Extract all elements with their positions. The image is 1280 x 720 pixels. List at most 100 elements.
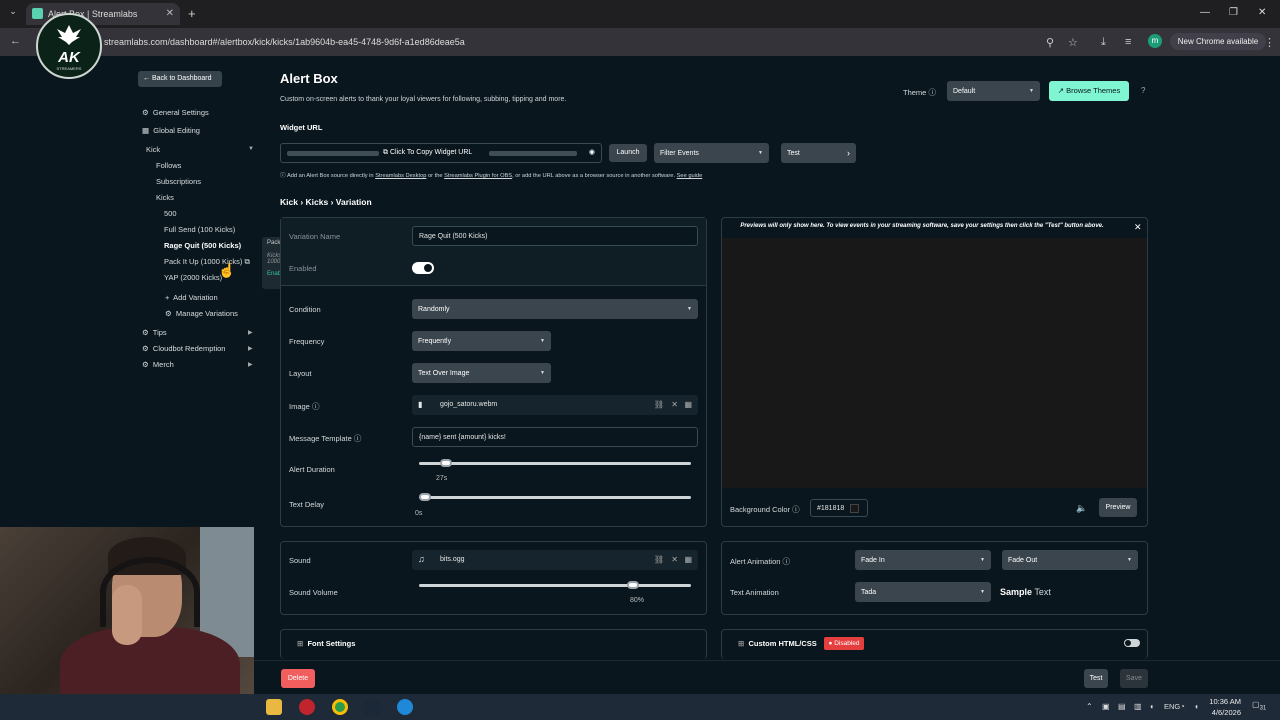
tray-icon[interactable]: ▤ <box>1118 702 1126 711</box>
message-template-input[interactable]: {name} sent {amount} kicks! <box>412 427 698 447</box>
mic-icon[interactable]: ◐ <box>1150 702 1155 711</box>
back-icon[interactable]: ← <box>10 35 21 47</box>
chrome-icon[interactable] <box>332 699 348 715</box>
link-icon[interactable]: ⛓ <box>654 555 664 564</box>
copy-icon[interactable]: ⧉ <box>244 257 249 266</box>
breadcrumb-item[interactable]: Kick <box>280 197 298 207</box>
chevron-up-icon[interactable]: ⌃ <box>1086 702 1093 711</box>
breadcrumb-item[interactable]: Kicks <box>306 197 329 207</box>
download-icon[interactable]: ⤓ <box>1101 36 1106 49</box>
link-icon[interactable]: ⛓ <box>654 400 664 409</box>
streamlabs-desktop-link[interactable]: Streamlabs Desktop <box>375 173 426 179</box>
text-delay-slider-handle[interactable] <box>419 493 431 501</box>
back-to-dashboard-button[interactable]: ← Back to Dashboard <box>138 71 222 87</box>
chevron-right-icon[interactable]: ▶ <box>248 361 253 368</box>
new-tab-icon[interactable]: + <box>188 6 196 21</box>
language-indicator[interactable]: ENG <box>1164 702 1180 711</box>
tray-icon[interactable]: ▥ <box>1134 702 1142 711</box>
url-field[interactable]: streamlabs.com/dashboard#/alertbox/kick/… <box>104 37 465 47</box>
variation-item[interactable]: YAP (2000 Kicks) <box>164 273 222 282</box>
variation-item-selected[interactable]: Rage Quit (500 Kicks) <box>164 241 241 250</box>
chevron-right-icon[interactable]: ▶ <box>248 345 253 352</box>
sidebar-item-follows[interactable]: Follows <box>156 161 181 170</box>
color-swatch[interactable] <box>850 503 860 513</box>
sidebar-item-tips[interactable]: ⚙ Tips <box>142 328 167 337</box>
restore-icon[interactable]: ❐ <box>1229 7 1238 18</box>
gallery-icon[interactable]: ▦ <box>684 555 692 564</box>
animation-in-select[interactable]: Fade In ▼ <box>855 550 991 570</box>
variation-item[interactable]: Pack It Up (1000 Kicks) ⧉ <box>164 257 250 267</box>
help-icon[interactable]: ⓘ <box>928 88 936 97</box>
see-guide-link[interactable]: See guide <box>677 173 703 179</box>
layout-select[interactable]: Text Over Image ▼ <box>412 363 551 383</box>
new-chrome-button[interactable]: New Chrome available <box>1170 33 1266 50</box>
alert-duration-slider[interactable] <box>419 462 691 465</box>
sound-volume-slider-handle[interactable] <box>627 581 639 589</box>
sidebar-item-kicks[interactable]: Kicks <box>156 193 174 202</box>
profile-avatar[interactable]: m <box>1148 34 1162 48</box>
filter-events-select[interactable]: Filter Events ▼ <box>654 143 769 163</box>
browse-themes-button[interactable]: ↗ Browse Themes <box>1049 81 1129 101</box>
help-icon[interactable]: ? <box>1141 86 1145 95</box>
minimize-icon[interactable]: — <box>1200 7 1210 18</box>
eye-icon[interactable]: ◉ <box>589 148 595 156</box>
steam-icon[interactable] <box>364 699 380 715</box>
condition-select[interactable]: Randomly ▼ <box>412 299 698 319</box>
help-icon[interactable]: ⓘ <box>354 434 362 443</box>
app-icon[interactable] <box>397 699 413 715</box>
volume-icon[interactable]: ◖ <box>1194 702 1199 711</box>
bookmark-star-icon[interactable]: ☆ <box>1068 36 1078 49</box>
test-select[interactable]: Test › <box>781 143 856 163</box>
delete-button[interactable]: Delete <box>281 669 315 688</box>
sidebar-item-global-editing[interactable]: ▦ Global Editing <box>142 126 200 135</box>
close-tab-icon[interactable]: ✕ <box>166 8 174 19</box>
notification-icon[interactable]: ▢31 <box>1252 700 1266 712</box>
sound-volume-slider[interactable] <box>419 584 691 587</box>
background-color-input[interactable]: #181818 <box>810 499 868 517</box>
sidebar-item-subscriptions[interactable]: Subscriptions <box>156 177 201 186</box>
sidebar-item-merch[interactable]: ⚙ Merch <box>142 360 174 369</box>
gallery-icon[interactable]: ▦ <box>684 400 692 409</box>
media-icon[interactable]: ≡ <box>1125 36 1131 48</box>
alert-duration-slider-handle[interactable] <box>439 459 452 467</box>
chevron-right-icon[interactable]: ▶ <box>248 329 253 336</box>
speaker-icon[interactable]: 🔈 <box>1076 503 1087 514</box>
sidebar-item-general-settings[interactable]: ⚙ General Settings <box>142 108 209 117</box>
sound-picker[interactable]: ♫ bits.ogg ⛓ ✕ ▦ <box>412 550 698 570</box>
animation-out-select[interactable]: Fade Out ▼ <box>1002 550 1138 570</box>
variation-name-input[interactable]: Rage Quit (500 Kicks) <box>412 226 698 246</box>
preview-button[interactable]: Preview <box>1099 498 1137 517</box>
obs-plugin-link[interactable]: Streamlabs Plugin for OBS <box>444 173 512 179</box>
launch-button[interactable]: Launch <box>609 144 647 162</box>
text-delay-slider[interactable] <box>419 496 691 499</box>
tab-search-icon[interactable]: ⌄ <box>6 6 20 20</box>
zoom-icon[interactable]: ⚲ <box>1046 36 1054 49</box>
wifi-icon[interactable]: ◔ <box>1180 702 1185 711</box>
menu-icon[interactable]: ⋮ <box>1264 36 1275 49</box>
frequency-select[interactable]: Frequently ▼ <box>412 331 551 351</box>
close-icon[interactable]: ✕ <box>1134 222 1142 233</box>
manage-variations-button[interactable]: ⚙ Manage Variations <box>165 309 238 318</box>
sidebar-item-kick[interactable]: Kick <box>146 145 160 154</box>
file-explorer-icon[interactable] <box>266 699 282 715</box>
close-icon[interactable]: ✕ <box>671 555 678 564</box>
test-button[interactable]: Test <box>1084 669 1108 688</box>
custom-html-header[interactable]: ⊞ Custom HTML/CSS <box>738 639 817 648</box>
chevron-down-icon[interactable]: ▼ <box>248 146 254 152</box>
help-icon[interactable]: ⓘ <box>312 402 320 411</box>
theme-select[interactable]: Default ▼ <box>947 81 1040 101</box>
clock[interactable]: 10:36 AM 4/6/2026 <box>1205 696 1241 718</box>
variation-item[interactable]: 500 <box>164 209 177 218</box>
close-window-icon[interactable]: ✕ <box>1258 7 1266 18</box>
save-button[interactable]: Save <box>1120 669 1148 688</box>
help-icon[interactable]: ⓘ <box>783 557 791 566</box>
enabled-toggle[interactable] <box>412 262 434 274</box>
image-picker[interactable]: ▮ gojo_satoru.webm ⛓ ✕ ▦ <box>412 395 698 415</box>
obs-icon[interactable] <box>299 699 315 715</box>
tray-icon[interactable]: ▣ <box>1102 702 1110 711</box>
copy-widget-url-field[interactable]: ⧉ Click To Copy Widget URL ◉ <box>280 143 602 163</box>
custom-html-toggle[interactable] <box>1124 639 1140 647</box>
font-settings-header[interactable]: ⊞ Font Settings <box>297 639 355 648</box>
text-animation-select[interactable]: Tada ▼ <box>855 582 991 602</box>
sidebar-item-cloudbot[interactable]: ⚙ Cloudbot Redemption <box>142 344 225 353</box>
